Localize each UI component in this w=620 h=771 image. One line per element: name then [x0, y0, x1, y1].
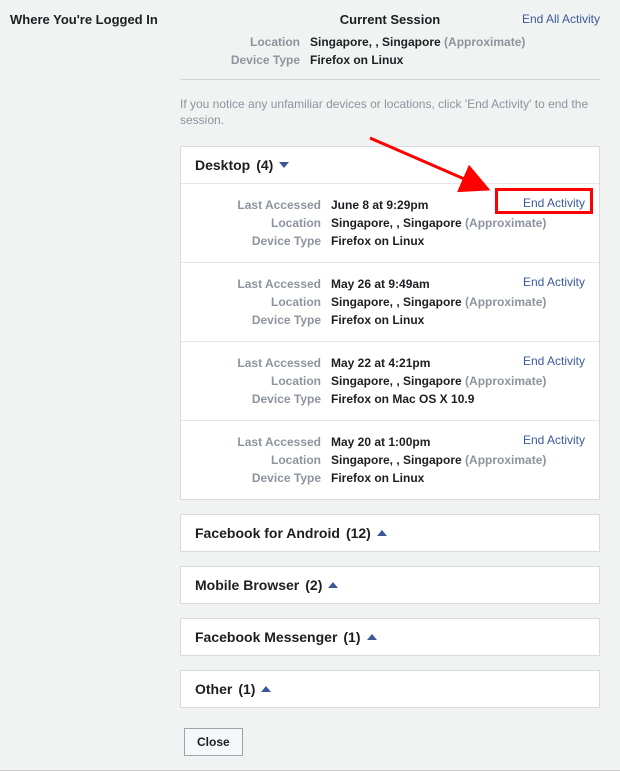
session-location-value: Singapore, , Singapore (Approximate): [331, 214, 546, 232]
session-group-count: (1): [238, 681, 255, 697]
footer: Close: [180, 722, 600, 770]
session-group-header[interactable]: Other (1): [181, 671, 599, 707]
session-group-header[interactable]: Mobile Browser (2): [181, 567, 599, 603]
session-location-approx: (Approximate): [465, 374, 546, 388]
session-device-value: Firefox on Linux: [331, 311, 424, 329]
end-activity-link[interactable]: End Activity: [523, 275, 585, 289]
session-group-count: (1): [343, 629, 360, 645]
session-group-header[interactable]: Facebook Messenger (1): [181, 619, 599, 655]
session-device-row: Device TypeFirefox on Linux: [181, 469, 599, 487]
session-row: Last AccessedMay 26 at 9:49amLocationSin…: [181, 262, 599, 341]
session-device-value: Firefox on Linux: [331, 469, 424, 487]
session-row: Last AccessedMay 22 at 4:21pmLocationSin…: [181, 341, 599, 420]
session-location-row: LocationSingapore, , Singapore (Approxim…: [181, 293, 599, 311]
chevron-up-icon: [328, 582, 338, 588]
session-last-accessed-label: Last Accessed: [181, 196, 331, 214]
session-last-accessed-value: June 8 at 9:29pm: [331, 196, 428, 214]
session-last-accessed-value: May 22 at 4:21pm: [331, 354, 430, 372]
session-group-name: Facebook Messenger: [195, 629, 337, 645]
session-location-row: LocationSingapore, , Singapore (Approxim…: [181, 214, 599, 232]
session-device-row: Device TypeFirefox on Linux: [181, 232, 599, 250]
current-device-value: Firefox on Linux: [310, 51, 403, 69]
session-location-value: Singapore, , Singapore (Approximate): [331, 372, 546, 390]
session-row: Last AccessedMay 20 at 1:00pmLocationSin…: [181, 420, 599, 499]
session-group-name: Other: [195, 681, 232, 697]
end-all-activity-link[interactable]: End All Activity: [522, 12, 600, 26]
session-group-header[interactable]: Desktop (4): [181, 147, 599, 183]
content-area: End All Activity Current Session Locatio…: [180, 0, 620, 770]
security-sessions-page: Where You're Logged In End All Activity …: [0, 0, 620, 771]
session-last-accessed-label: Last Accessed: [181, 275, 331, 293]
session-location-approx: (Approximate): [465, 295, 546, 309]
session-device-label: Device Type: [181, 232, 331, 250]
current-session-header: End All Activity Current Session: [180, 12, 600, 33]
close-button[interactable]: Close: [184, 728, 243, 756]
session-group-header[interactable]: Facebook for Android (12): [181, 515, 599, 551]
end-activity-link[interactable]: End Activity: [523, 433, 585, 447]
session-location-label: Location: [181, 214, 331, 232]
current-location-label: Location: [180, 33, 310, 51]
session-group: Facebook Messenger (1): [180, 618, 600, 656]
session-location-value: Singapore, , Singapore (Approximate): [331, 293, 546, 311]
divider: [180, 79, 600, 80]
session-last-accessed-label: Last Accessed: [181, 354, 331, 372]
session-device-label: Device Type: [181, 469, 331, 487]
current-location-text: Singapore, , Singapore: [310, 35, 441, 49]
current-device-label: Device Type: [180, 51, 310, 69]
session-group: Desktop (4) Last AccessedJune 8 at 9:29p…: [180, 146, 600, 500]
session-last-accessed-value: May 26 at 9:49am: [331, 275, 430, 293]
notice-text: If you notice any unfamiliar devices or …: [180, 90, 600, 146]
session-group-count: (12): [346, 525, 371, 541]
section-title: Where You're Logged In: [10, 12, 158, 27]
session-group: Other (1): [180, 670, 600, 708]
session-device-value: Firefox on Mac OS X 10.9: [331, 390, 474, 408]
session-location-row: LocationSingapore, , Singapore (Approxim…: [181, 451, 599, 469]
current-location-value: Singapore, , Singapore (Approximate): [310, 33, 525, 51]
session-group-count: (4): [256, 157, 273, 173]
session-group: Mobile Browser (2): [180, 566, 600, 604]
session-device-row: Device TypeFirefox on Linux: [181, 311, 599, 329]
session-last-accessed-value: May 20 at 1:00pm: [331, 433, 430, 451]
session-group: Facebook for Android (12): [180, 514, 600, 552]
session-device-value: Firefox on Linux: [331, 232, 424, 250]
chevron-up-icon: [367, 634, 377, 640]
current-location-row: Location Singapore, , Singapore (Approxi…: [180, 33, 600, 51]
session-device-label: Device Type: [181, 311, 331, 329]
session-location-label: Location: [181, 293, 331, 311]
session-device-row: Device TypeFirefox on Mac OS X 10.9: [181, 390, 599, 408]
session-group-name: Mobile Browser: [195, 577, 299, 593]
session-device-label: Device Type: [181, 390, 331, 408]
session-group-name: Desktop: [195, 157, 250, 173]
chevron-down-icon: [279, 162, 289, 168]
session-location-label: Location: [181, 451, 331, 469]
session-groups: Desktop (4) Last AccessedJune 8 at 9:29p…: [180, 146, 600, 708]
session-location-value: Singapore, , Singapore (Approximate): [331, 451, 546, 469]
chevron-up-icon: [261, 686, 271, 692]
session-location-approx: (Approximate): [465, 453, 546, 467]
current-location-approx: (Approximate): [444, 35, 525, 49]
end-activity-link[interactable]: End Activity: [523, 196, 585, 210]
current-device-row: Device Type Firefox on Linux: [180, 51, 600, 69]
end-activity-link[interactable]: End Activity: [523, 354, 585, 368]
session-group-name: Facebook for Android: [195, 525, 340, 541]
session-location-approx: (Approximate): [465, 216, 546, 230]
chevron-up-icon: [377, 530, 387, 536]
session-location-label: Location: [181, 372, 331, 390]
session-row: Last AccessedJune 8 at 9:29pmLocationSin…: [181, 183, 599, 262]
session-group-count: (2): [305, 577, 322, 593]
session-last-accessed-label: Last Accessed: [181, 433, 331, 451]
session-location-row: LocationSingapore, , Singapore (Approxim…: [181, 372, 599, 390]
